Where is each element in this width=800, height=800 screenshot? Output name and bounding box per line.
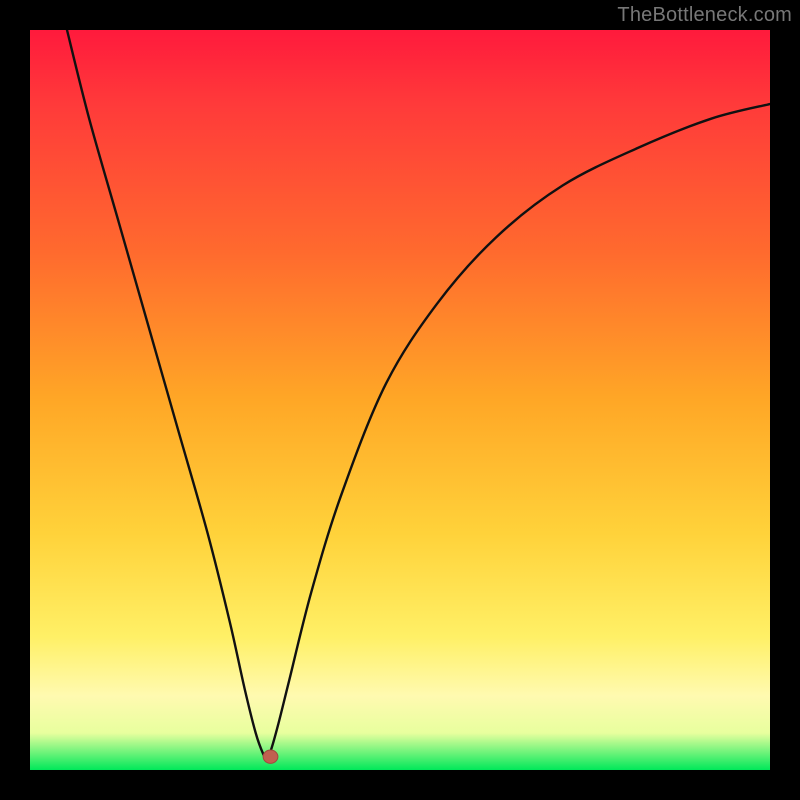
watermark-text: TheBottleneck.com [617, 4, 792, 27]
bottleneck-curve [67, 30, 770, 758]
plot-area [30, 30, 770, 770]
chart-stage: TheBottleneck.com [0, 0, 800, 800]
bottleneck-marker [263, 750, 278, 763]
curve-layer [30, 30, 770, 770]
